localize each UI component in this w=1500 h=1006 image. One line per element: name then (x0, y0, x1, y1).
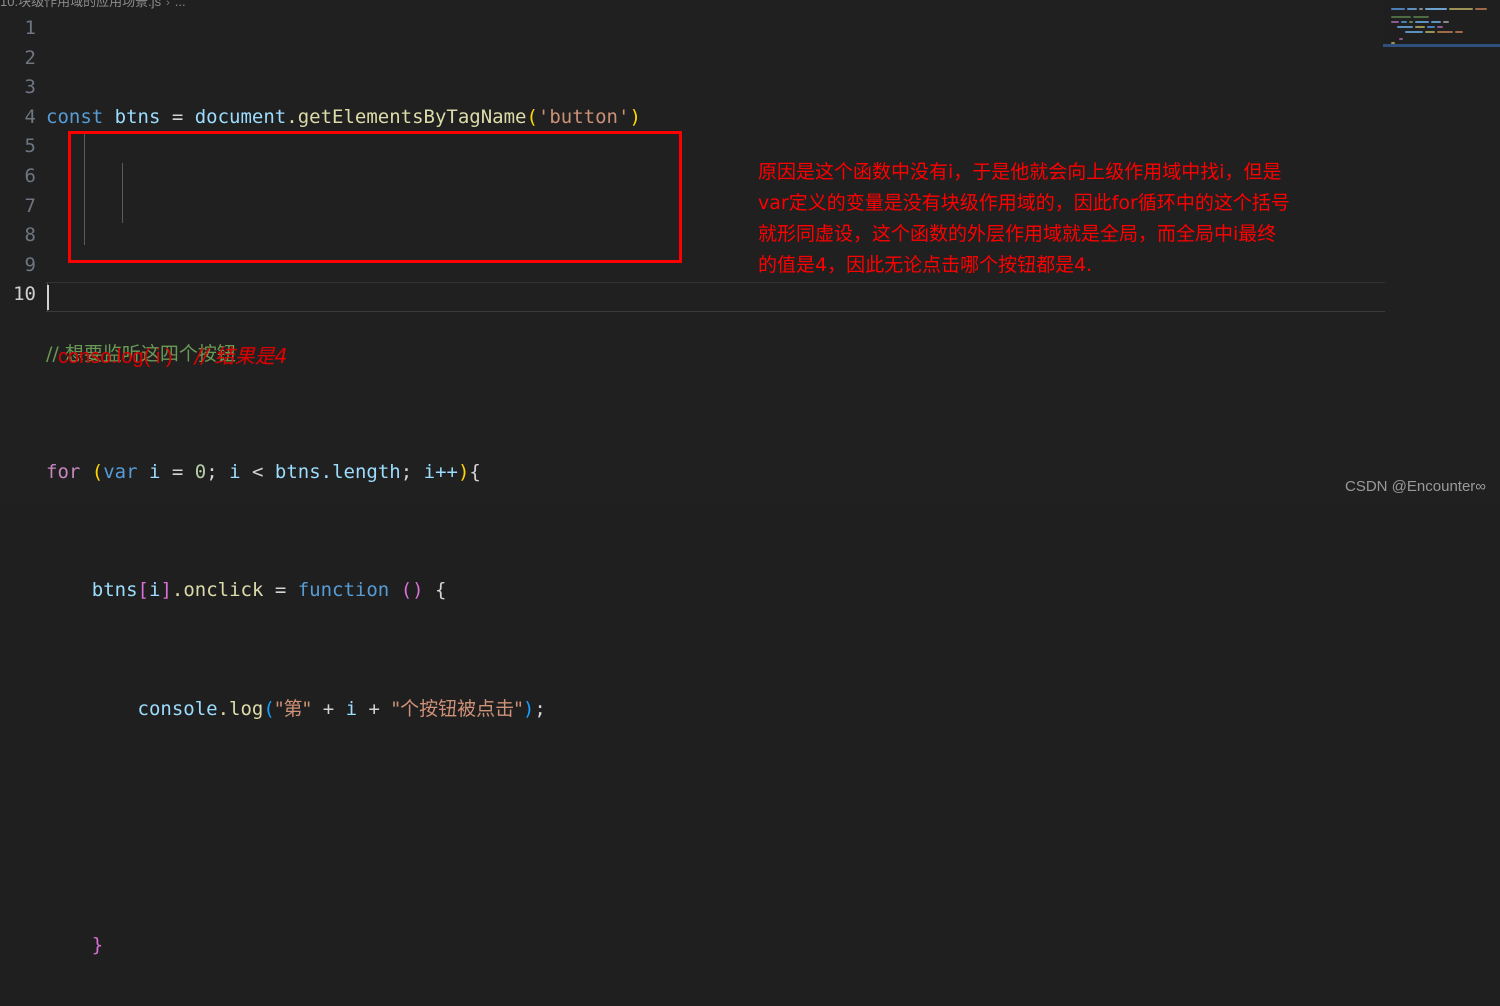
minimap-slider[interactable] (1383, 44, 1500, 47)
token-semicolon: ; (534, 697, 546, 720)
token-operator-equals: = (263, 579, 298, 602)
token-operator-plus: + (311, 697, 346, 720)
code-content[interactable]: const btns = document.getElementsByTagNa… (46, 14, 641, 1006)
token-brace-close: } (91, 934, 104, 957)
breadcrumb-file[interactable]: 10.块级作用域的应用场景.js (0, 0, 161, 9)
code-line-2[interactable] (46, 221, 641, 251)
code-line-5[interactable]: btns[i].onclick = function () { (46, 576, 641, 606)
code-line-4[interactable]: for (var i = 0; i < btns.length; i++){ (46, 458, 641, 488)
line-number: 8 (24, 224, 36, 247)
token-string-button: 'button' (537, 105, 630, 128)
annotation-line: 原因是这个函数中没有i，于是他就会向上级作用域中找i，但是 (758, 161, 1282, 183)
token-identifier-i: i (345, 697, 358, 720)
line-number: 9 (24, 253, 36, 276)
token-operator-equals: = (171, 460, 195, 483)
line-number-active: 10 (13, 283, 36, 306)
line-number: 3 (24, 76, 36, 99)
line-number-gutter: 1 2 3 4 5 6 7 8 9 10 (0, 14, 36, 310)
token-string-di: "第" (274, 697, 312, 720)
token-brace-open: { (423, 579, 447, 602)
token-semicolon: ; (400, 460, 424, 483)
annotation-line: 就形同虚设，这个函数的外层作用域就是全局，而全局中i最终 (758, 223, 1277, 245)
line-number: 7 (24, 194, 36, 217)
token-paren-open: ( (263, 697, 275, 720)
token-identifier-btns: btns (91, 579, 138, 602)
line-number: 5 (24, 135, 36, 158)
token-string-button-clicked: "个按钮被点击" (391, 697, 523, 720)
token-identifier-btns: btns (103, 105, 172, 128)
token-keyword-for: for (46, 460, 92, 483)
token-semicolon: ; (206, 460, 230, 483)
code-editor: 10.块级作用域的应用场景.js ›... 1 2 3 4 5 6 7 8 9 1… (0, 0, 1500, 956)
token-property-onclick: .onclick (171, 579, 264, 602)
token-paren-open: ( (91, 460, 104, 483)
token-brace-open: { (469, 460, 481, 483)
token-bracket-open: [ (137, 579, 149, 602)
line-number: 2 (24, 46, 36, 69)
code-line-8[interactable]: } (46, 931, 641, 961)
token-keyword-const: const (46, 105, 104, 128)
line-number: 1 (24, 17, 36, 39)
code-line-1[interactable]: const btns = document.getElementsByTagNa… (46, 103, 641, 133)
token-method-log: .log (217, 697, 264, 720)
token-increment: i++ (423, 460, 458, 483)
annotation-line: var定义的变量是没有块级作用域的，因此for循环中的这个括号 (758, 192, 1290, 214)
current-line-highlight (46, 282, 1385, 312)
token-paren-close: ) (457, 460, 470, 483)
token-method-getelementsbytagname: .getElementsByTagName (286, 105, 527, 128)
token-number-zero: 0 (194, 460, 207, 483)
bottom-red-note: conso.log( i ) // 结果是4 (58, 340, 287, 369)
token-identifier-console: console (137, 697, 218, 720)
token-operator-plus: + (357, 697, 392, 720)
token-paren-open: ( (526, 105, 538, 128)
token-identifier-i: i (148, 579, 161, 602)
token-operator-lessthan: < (240, 460, 275, 483)
token-keyword-function: function (297, 579, 390, 602)
token-identifier-i: i (229, 460, 241, 483)
token-paren-close: ) (629, 105, 641, 128)
token-property-btnslength: btns.length (274, 460, 401, 483)
bottom-note-code: conso.log( i ) (58, 346, 173, 368)
token-keyword-var: var (103, 460, 138, 483)
text-cursor (47, 285, 49, 310)
annotation-line: 的值是4，因此无论点击哪个按钮都是4. (758, 254, 1093, 276)
code-line-6[interactable]: console.log("第" + i + "个按钮被点击"); (46, 695, 641, 725)
red-annotation-text: 原因是这个函数中没有i，于是他就会向上级作用域中找i，但是 var定义的变量是没… (758, 157, 1418, 281)
breadcrumb-tail[interactable]: ... (175, 0, 186, 9)
breadcrumb[interactable]: 10.块级作用域的应用场景.js ›... (0, 0, 186, 10)
token-bracket-close: ] (160, 579, 172, 602)
token-identifier-i: i (137, 460, 172, 483)
minimap[interactable] (1383, 0, 1500, 47)
line-number: 4 (24, 105, 36, 128)
token-paren-close: ) (522, 697, 535, 720)
token-parens-empty: () (389, 579, 424, 602)
token-operator-equals: = (171, 105, 195, 128)
bottom-note-comment: // 结果是4 (194, 344, 288, 368)
watermark: CSDN @Encounter∞ (1345, 478, 1486, 495)
line-number: 6 (24, 164, 36, 187)
breadcrumb-separator-icon: › (166, 0, 170, 9)
token-identifier-document: document (194, 105, 287, 128)
code-line-7[interactable] (46, 813, 641, 843)
